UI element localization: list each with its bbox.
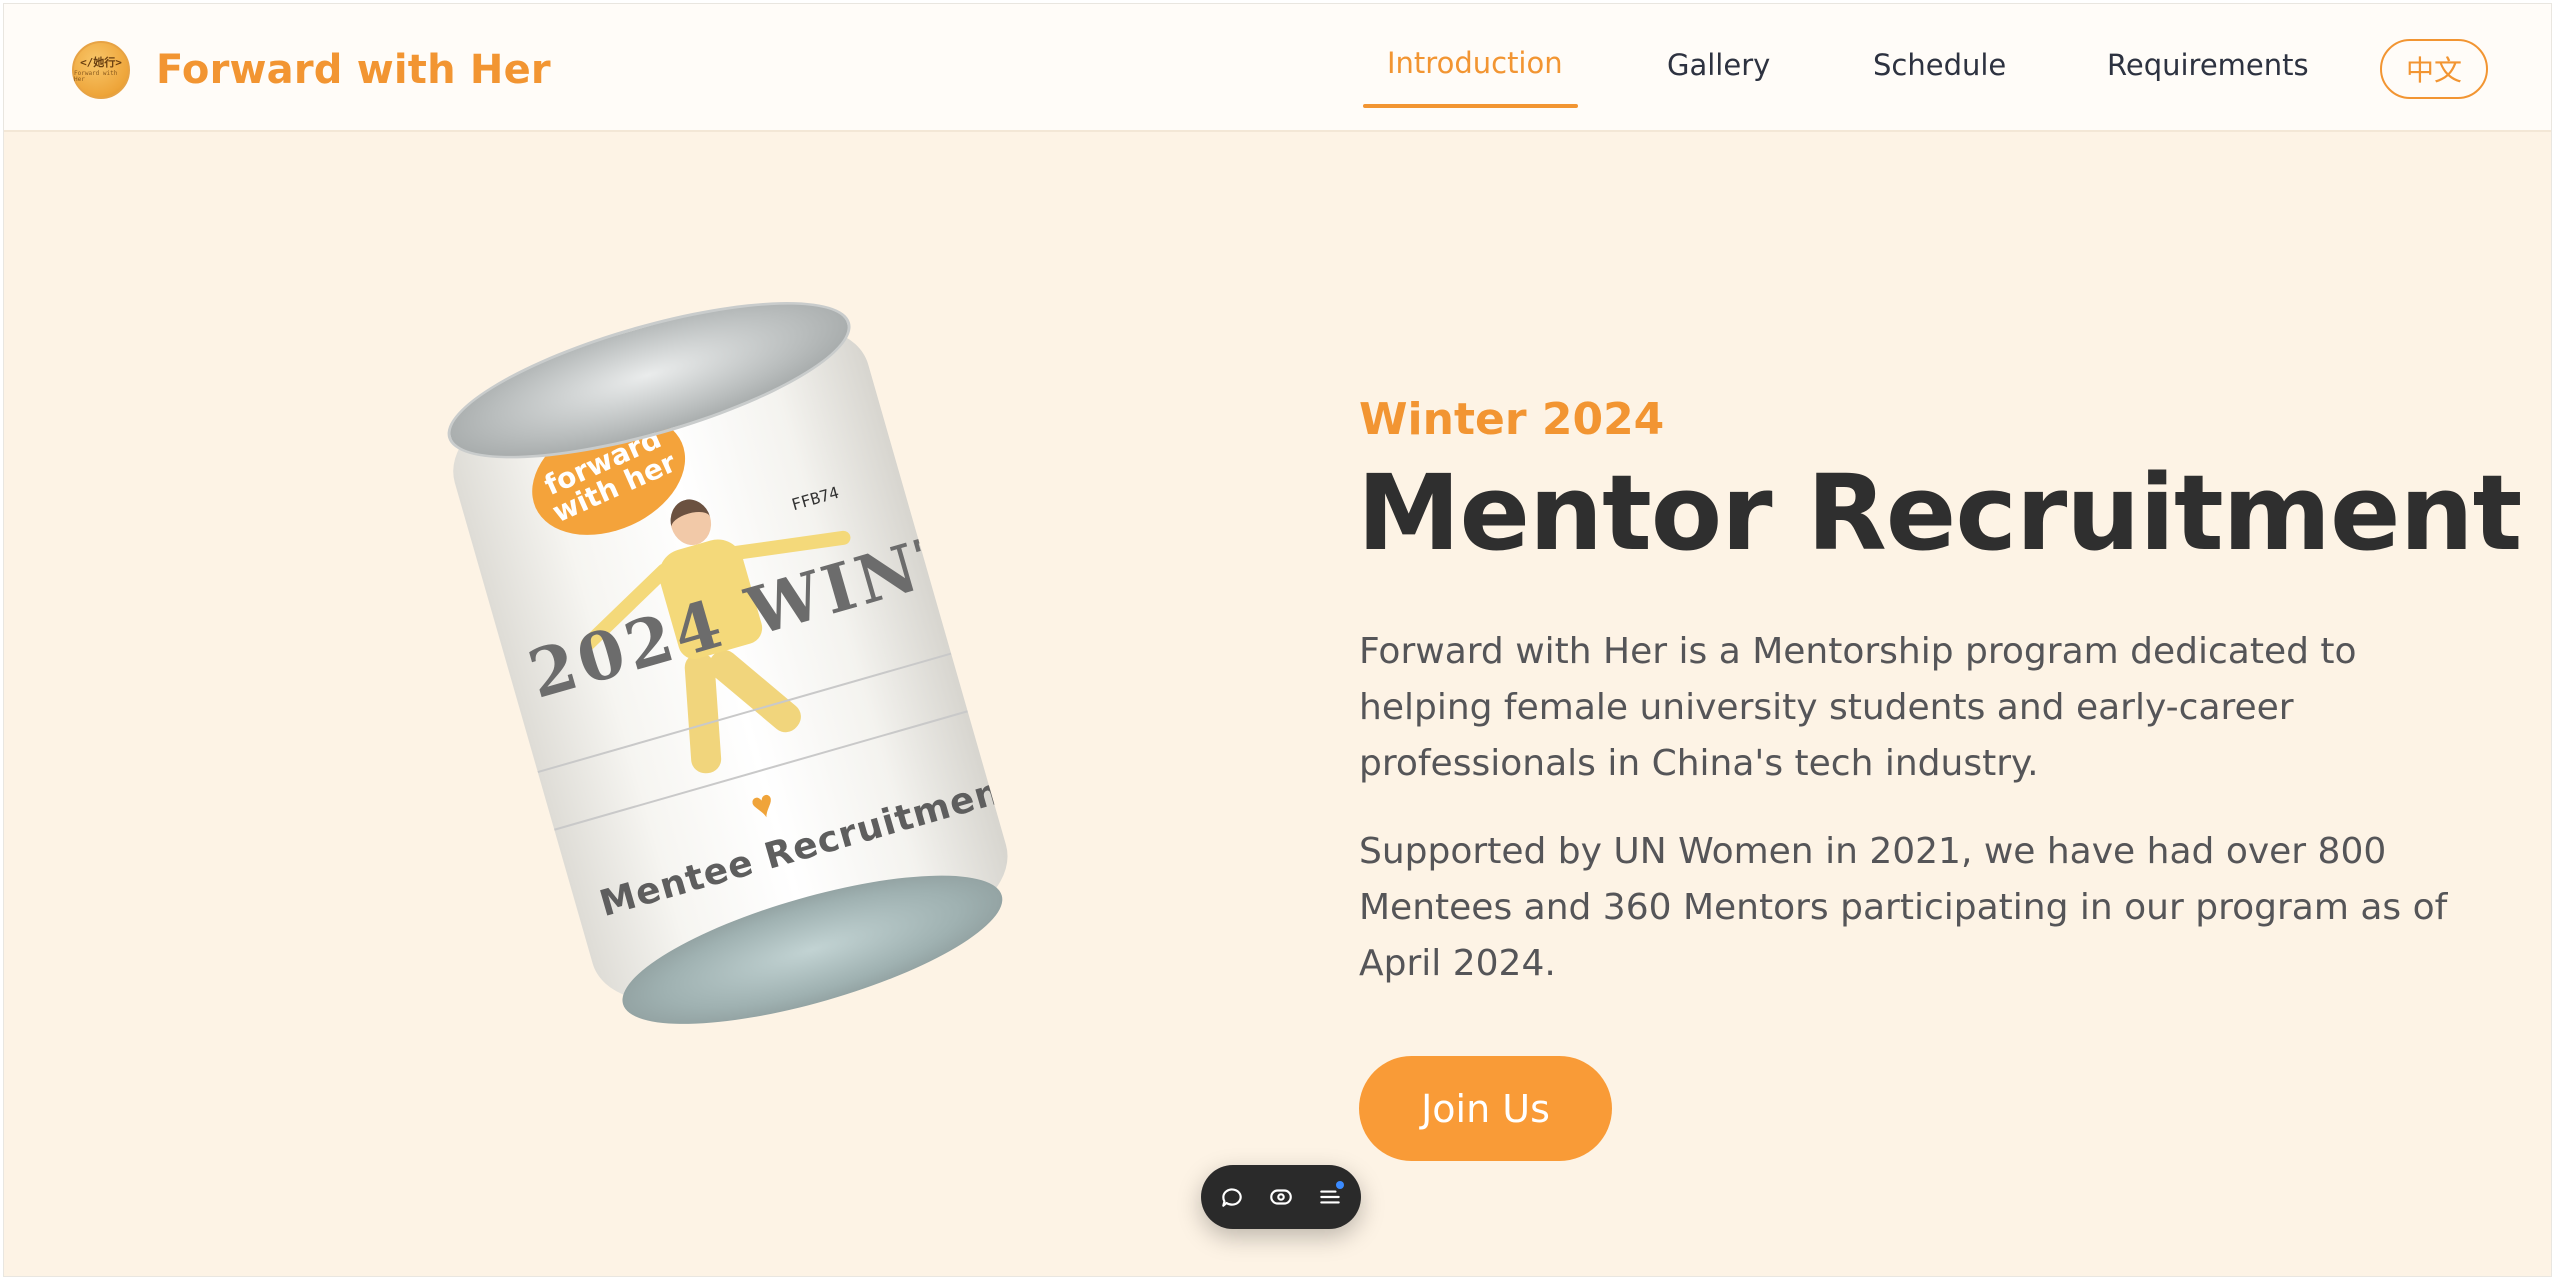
- brand[interactable]: </她行> Forward with Her Forward with Her: [72, 41, 551, 99]
- floating-toolbar: [1201, 1165, 1361, 1229]
- logo-subtext: Forward with Her: [74, 70, 118, 83]
- hero-paragraph: Forward with Her is a Mentorship program…: [1359, 631, 2357, 784]
- nav-introduction[interactable]: Introduction: [1387, 46, 1563, 80]
- can-illustration: forward with her FFB74 2024 WINTER ♥ Men…: [427, 268, 1031, 1055]
- brand-name: Forward with Her: [156, 47, 551, 93]
- page: </她行> Forward with Her Forward with Her …: [3, 3, 2552, 1277]
- nav-gallery[interactable]: Gallery: [1667, 48, 1770, 82]
- language-toggle-button[interactable]: 中文: [2380, 39, 2488, 99]
- eye-icon[interactable]: [1263, 1179, 1299, 1215]
- list-menu-icon[interactable]: [1312, 1179, 1348, 1215]
- nav-requirements[interactable]: Requirements: [2107, 48, 2309, 82]
- join-us-button[interactable]: Join Us: [1359, 1056, 1612, 1161]
- logo-text: </她行>: [80, 56, 122, 69]
- comment-icon[interactable]: [1214, 1179, 1250, 1215]
- hero-paragraph: Supported by UN Women in 2021, we have h…: [1359, 831, 2448, 984]
- logo: </她行> Forward with Her: [72, 41, 130, 99]
- hero-can-image: forward with her FFB74 2024 WINTER ♥ Men…: [394, 269, 1023, 1074]
- nav-schedule[interactable]: Schedule: [1873, 48, 2006, 82]
- hero-title: Mentor Recruitment: [1357, 452, 2522, 574]
- hero-eyebrow: Winter 2024: [1359, 394, 1665, 445]
- heart-icon: ♥: [746, 782, 780, 829]
- active-tab-indicator: [1363, 104, 1578, 108]
- can-code: FFB74: [789, 482, 841, 515]
- site-header: </她行> Forward with Her Forward with Her …: [4, 4, 2551, 132]
- notification-dot: [1336, 1181, 1344, 1189]
